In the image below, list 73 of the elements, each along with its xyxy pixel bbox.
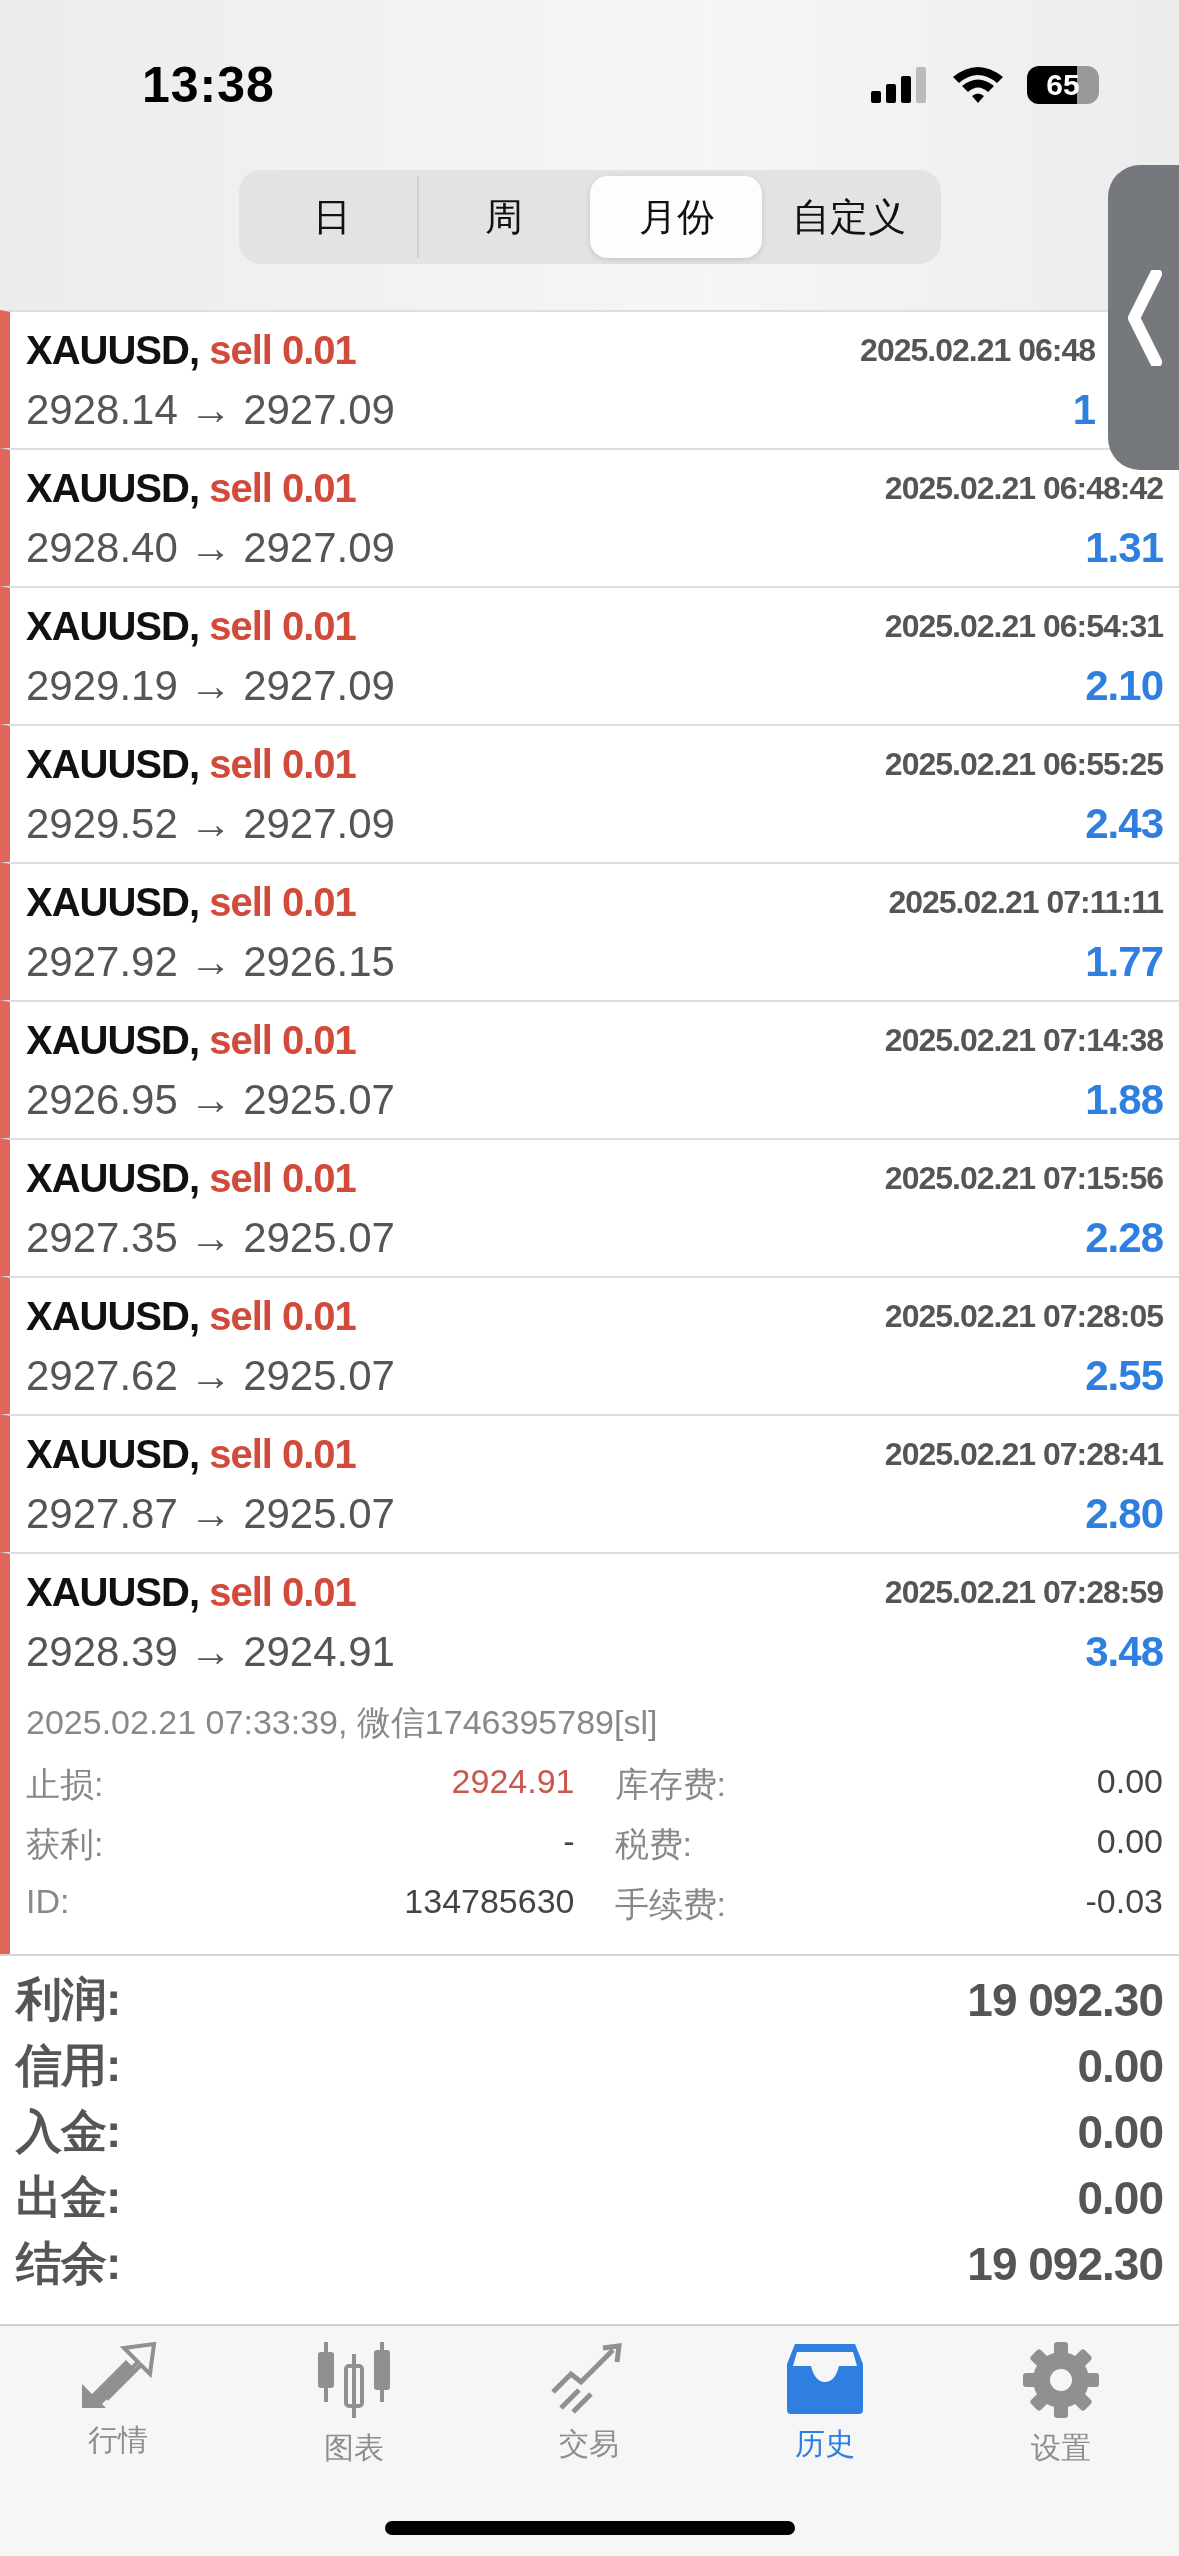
- trade-profit: 3.48: [1085, 1628, 1163, 1676]
- summary-label: 信用:: [16, 2038, 121, 2093]
- signal-icon: [871, 67, 929, 103]
- trade-prices: 2927.87 → 2925.07: [26, 1490, 395, 1538]
- trade-profit: 1.31: [1085, 524, 1163, 572]
- trade-title[interactable]: XAUUSD, sell 0.01: [26, 465, 356, 511]
- summary-value: 0.00: [1077, 2039, 1163, 2093]
- trade-title[interactable]: XAUUSD, sell 0.01: [26, 1569, 356, 1615]
- trade-time: 2025.02.21 06:54:31: [884, 607, 1163, 645]
- trade-prices: 2928.40 → 2927.09: [26, 524, 395, 572]
- trade-time: 2025.02.21 07:11:11: [888, 883, 1163, 921]
- wifi-icon: [951, 65, 1005, 105]
- trade-profit: 1.77: [1085, 938, 1163, 986]
- chevron-left-icon: [1126, 269, 1162, 366]
- trade-profit: 2.28: [1085, 1214, 1163, 1262]
- detail-value: 0.00: [1096, 1822, 1163, 1862]
- trade-profit: 2.10: [1085, 662, 1163, 710]
- trade-profit: 2.43: [1085, 800, 1163, 848]
- detail-label: 手续费:: [614, 1884, 726, 1925]
- nav-tab[interactable]: 历史: [707, 2340, 944, 2469]
- trade-time: 2025.02.21 07:28:59: [884, 1573, 1163, 1611]
- trade-comment: 2025.02.21 07:33:39, 微信1746395789[sl]: [26, 1702, 659, 1743]
- trade-title[interactable]: XAUUSD, sell 0.01: [26, 603, 356, 649]
- trade-profit: 2.55: [1085, 1352, 1163, 1400]
- trade-prices: 2927.62 → 2925.07: [26, 1352, 395, 1400]
- trade-time: 2025.02.21 07:15:56: [884, 1159, 1163, 1197]
- trade-title[interactable]: XAUUSD, sell 0.01: [26, 1017, 356, 1063]
- detail-label: 获利:: [26, 1824, 104, 1865]
- period-tab[interactable]: 日: [244, 176, 417, 258]
- period-tab[interactable]: 自定义: [762, 176, 935, 258]
- trade-title[interactable]: XAUUSD, sell 0.01: [26, 327, 356, 373]
- detail-value: -: [563, 1822, 575, 1862]
- trade-title[interactable]: XAUUSD, sell 0.01: [26, 1293, 356, 1339]
- detail-value: -0.03: [1085, 1882, 1163, 1922]
- trade-title[interactable]: XAUUSD, sell 0.01: [26, 741, 356, 787]
- trade-profit: 1: [1072, 386, 1095, 434]
- trade-prices: 2927.35 → 2925.07: [26, 1214, 395, 1262]
- summary-value: 19 092.30: [967, 2237, 1163, 2291]
- detail-label: 止损:: [26, 1764, 104, 1805]
- summary-value: 0.00: [1077, 2171, 1163, 2225]
- summary-value: 0.00: [1077, 2105, 1163, 2159]
- trade-title[interactable]: XAUUSD, sell 0.01: [26, 1431, 356, 1477]
- detail-value: 134785630: [404, 1882, 575, 1922]
- trade-prices: 2927.92 → 2926.15: [26, 938, 395, 986]
- side-panel-handle[interactable]: [1108, 165, 1179, 470]
- trade-prices: 2929.52 → 2927.09: [26, 800, 395, 848]
- trade-time: 2025.02.21 06:55:25: [884, 745, 1163, 783]
- trade-title[interactable]: XAUUSD, sell 0.01: [26, 879, 356, 925]
- settings-icon: [1021, 2340, 1102, 2420]
- summary-label: 入金:: [16, 2104, 121, 2159]
- trade-prices: 2926.95 → 2925.07: [26, 1076, 395, 1124]
- trade-time: 2025.02.21 07:28:05: [884, 1297, 1163, 1335]
- trade-profit: 1.88: [1085, 1076, 1163, 1124]
- trade-prices: 2929.19 → 2927.09: [26, 662, 395, 710]
- trade-prices: 2928.14 → 2927.09: [26, 386, 395, 434]
- trade-time: 2025.02.21 06:48: [860, 331, 1095, 369]
- summary-label: 利润:: [16, 1972, 121, 2027]
- detail-value: 2924.91: [451, 1762, 575, 1802]
- trade-time: 2025.02.21 06:48:42: [884, 469, 1163, 507]
- trade-time: 2025.02.21 07:28:41: [884, 1435, 1163, 1473]
- detail-label: 税费:: [614, 1824, 692, 1865]
- period-tab[interactable]: 月份: [589, 176, 762, 258]
- trade-title[interactable]: XAUUSD, sell 0.01: [26, 1155, 356, 1201]
- detail-label: 库存费:: [614, 1764, 726, 1805]
- summary-label: 结余:: [16, 2236, 121, 2291]
- status-time: 13:38: [142, 56, 275, 114]
- trade-profit: 2.80: [1085, 1490, 1163, 1538]
- summary-value: 19 092.30: [967, 1973, 1163, 2027]
- summary-label: 出金:: [16, 2170, 121, 2225]
- trade-prices: 2928.39 → 2924.91: [26, 1628, 395, 1676]
- detail-value: 0.00: [1096, 1762, 1163, 1802]
- detail-label: ID:: [26, 1882, 70, 1922]
- trade-time: 2025.02.21 07:14:38: [884, 1021, 1163, 1059]
